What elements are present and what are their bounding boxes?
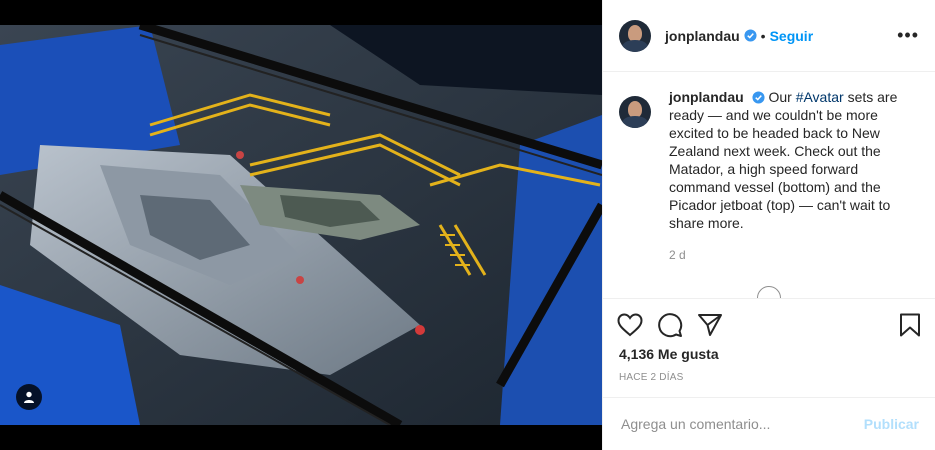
comment-input[interactable] <box>619 415 864 433</box>
publish-button[interactable]: Publicar <box>864 416 919 432</box>
hashtag-link[interactable]: #Avatar <box>796 89 844 105</box>
post-modal: jonplandau • Seguir ••• jonplandau Our #… <box>0 0 935 450</box>
header-username[interactable]: jonplandau <box>665 28 740 44</box>
comment-button[interactable] <box>657 312 683 338</box>
likes-count[interactable]: 4,136 Me gusta <box>619 346 719 362</box>
tagged-users-button[interactable] <box>16 384 42 410</box>
post-side-panel: jonplandau • Seguir ••• jonplandau Our #… <box>602 0 935 450</box>
separator-dot: • <box>760 27 766 44</box>
post-date[interactable]: HACE 2 DÍAS <box>619 372 683 383</box>
avatar-shoulders <box>622 39 648 52</box>
heart-icon <box>617 312 643 336</box>
comment-icon <box>658 312 683 337</box>
caption-body: jonplandau Our #Avatar sets are ready — … <box>669 88 919 264</box>
post-header: jonplandau • Seguir ••• <box>603 0 935 72</box>
bookmark-icon <box>900 313 920 336</box>
loading-spinner-icon <box>757 286 781 298</box>
ellipsis-icon[interactable]: ••• <box>897 25 919 46</box>
caption-avatar[interactable] <box>619 96 651 128</box>
share-button[interactable] <box>697 313 723 337</box>
verified-badge-icon <box>744 29 757 42</box>
send-icon <box>698 313 722 336</box>
caption-timestamp[interactable]: 2 d <box>669 246 919 264</box>
caption: jonplandau Our #Avatar sets are ready — … <box>619 88 919 264</box>
like-button[interactable] <box>617 312 643 337</box>
caption-text-end: sets are ready — and we couldn't be more… <box>669 89 898 231</box>
save-button[interactable] <box>899 313 921 337</box>
comments-area: jonplandau Our #Avatar sets are ready — … <box>603 72 935 298</box>
avatar-face <box>628 24 642 42</box>
user-icon <box>24 391 34 403</box>
caption-username[interactable]: jonplandau <box>669 89 744 105</box>
caption-text-start: Our <box>768 89 796 105</box>
post-media[interactable] <box>0 0 602 450</box>
film-set-image <box>0 25 602 425</box>
follow-button[interactable]: Seguir <box>770 28 814 44</box>
action-bar <box>603 298 935 350</box>
verified-badge-icon <box>752 91 765 104</box>
comment-form: Publicar <box>603 397 935 450</box>
avatar[interactable] <box>619 19 651 52</box>
avatar-shoulders <box>622 116 648 128</box>
post-photo[interactable] <box>0 25 602 425</box>
